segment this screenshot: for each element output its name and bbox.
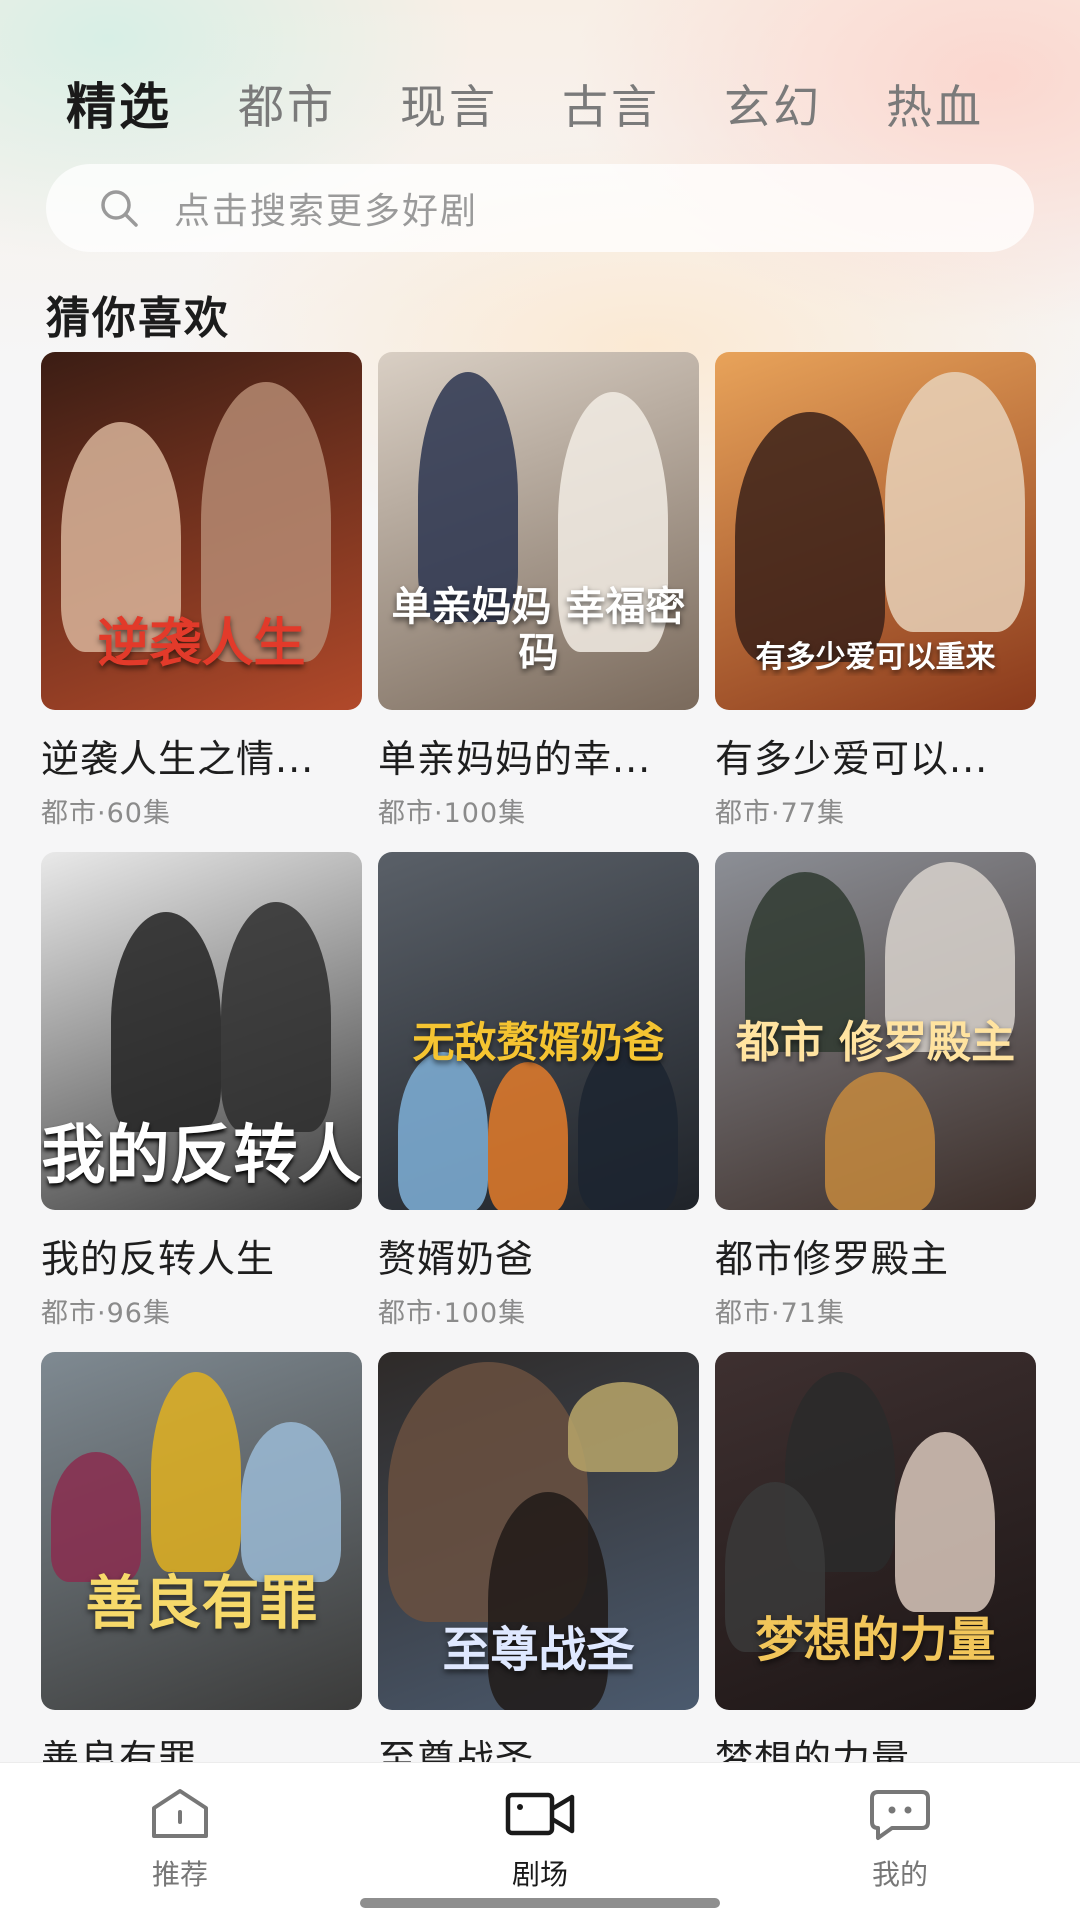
- home-indicator[interactable]: [360, 1898, 720, 1908]
- tab-featured[interactable]: 精选: [66, 72, 172, 142]
- app-screen: 精选 都市 现言 古言 玄幻 热血 点击搜索更多好剧 猜你喜欢 逆袭人生 逆袭人…: [0, 0, 1080, 1920]
- drama-title: 有多少爱可以...: [715, 737, 989, 781]
- poster-title: 善良有罪: [85, 1569, 318, 1637]
- poster-title: 无敌赘婿奶爸: [412, 1018, 665, 1067]
- drama-card[interactable]: 梦想的力量 梦想的力量: [715, 1352, 1036, 1791]
- tab-fantasy[interactable]: 玄幻: [724, 72, 822, 142]
- search-icon: [98, 187, 140, 229]
- search-placeholder: 点击搜索更多好剧: [174, 191, 479, 232]
- tab-urban[interactable]: 都市: [238, 72, 336, 142]
- drama-card[interactable]: 逆袭人生 逆袭人生之情... 都市·60集: [41, 352, 362, 830]
- drama-card[interactable]: 有多少爱可以重来 有多少爱可以... 都市·77集: [715, 352, 1036, 830]
- drama-title: 赘婿奶爸: [378, 1237, 535, 1281]
- drama-poster[interactable]: 有多少爱可以重来: [715, 352, 1036, 710]
- drama-card[interactable]: 我的反转人 我的反转人生 都市·96集: [41, 852, 362, 1330]
- drama-poster[interactable]: 我的反转人: [41, 852, 362, 1210]
- nav-theater-label: 剧场: [511, 1858, 568, 1891]
- drama-meta: 都市·100集: [378, 798, 527, 829]
- bottom-nav: 推荐 剧场 我的: [0, 1762, 1080, 1920]
- poster-title: 单亲妈妈 幸福密码: [391, 584, 686, 676]
- drama-title: 都市修罗殿主: [715, 1237, 950, 1281]
- nav-recommend[interactable]: 推荐: [100, 1779, 260, 1893]
- drama-card[interactable]: 善良有罪 善良有罪: [41, 1352, 362, 1791]
- poster-title: 梦想的力量: [755, 1612, 996, 1668]
- drama-poster[interactable]: 逆袭人生: [41, 352, 362, 710]
- nav-recommend-label: 推荐: [151, 1858, 208, 1891]
- drama-title: 单亲妈妈的幸...: [378, 737, 652, 781]
- drama-meta: 都市·100集: [378, 1298, 527, 1329]
- poster-title: 都市 修罗殿主: [735, 1017, 1016, 1068]
- drama-title: 逆袭人生之情...: [41, 737, 315, 781]
- drama-poster[interactable]: 善良有罪: [41, 1352, 362, 1710]
- nav-mine-label: 我的: [871, 1858, 928, 1891]
- drama-meta: 都市·71集: [715, 1298, 845, 1329]
- drama-poster[interactable]: 无敌赘婿奶爸: [378, 852, 699, 1210]
- nav-mine[interactable]: 我的: [820, 1779, 980, 1893]
- drama-meta: 都市·77集: [715, 798, 845, 829]
- drama-meta: 都市·60集: [41, 798, 171, 829]
- drama-poster[interactable]: 都市 修罗殿主: [715, 852, 1036, 1210]
- drama-card[interactable]: 至尊战圣 至尊战圣: [378, 1352, 699, 1791]
- category-tabs: 精选 都市 现言 古言 玄幻 热血: [66, 72, 1040, 142]
- nav-theater[interactable]: 剧场: [460, 1779, 620, 1893]
- search-bar[interactable]: 点击搜索更多好剧: [46, 164, 1034, 252]
- poster-title: 至尊战圣: [442, 1622, 635, 1678]
- tab-modern-romance[interactable]: 现言: [400, 72, 498, 142]
- tab-action[interactable]: 热血: [886, 72, 984, 142]
- drama-card[interactable]: 单亲妈妈 幸福密码 单亲妈妈的幸... 都市·100集: [378, 352, 699, 830]
- chat-bubble-icon: [820, 1779, 980, 1849]
- section-title: 猜你喜欢: [46, 293, 230, 344]
- drama-poster[interactable]: 梦想的力量: [715, 1352, 1036, 1710]
- drama-poster[interactable]: 单亲妈妈 幸福密码: [378, 352, 699, 710]
- drama-card[interactable]: 都市 修罗殿主 都市修罗殿主 都市·71集: [715, 852, 1036, 1330]
- drama-meta: 都市·96集: [41, 1298, 171, 1329]
- home-icon: [100, 1779, 260, 1849]
- poster-title: 逆袭人生: [97, 613, 306, 674]
- drama-card[interactable]: 无敌赘婿奶爸 赘婿奶爸 都市·100集: [378, 852, 699, 1330]
- drama-title: 我的反转人生: [41, 1237, 276, 1281]
- drama-poster[interactable]: 至尊战圣: [378, 1352, 699, 1710]
- video-camera-icon: [460, 1779, 620, 1849]
- poster-title: 我的反转人: [41, 1118, 362, 1193]
- poster-title: 有多少爱可以重来: [755, 640, 996, 675]
- tab-ancient-romance[interactable]: 古言: [562, 72, 660, 142]
